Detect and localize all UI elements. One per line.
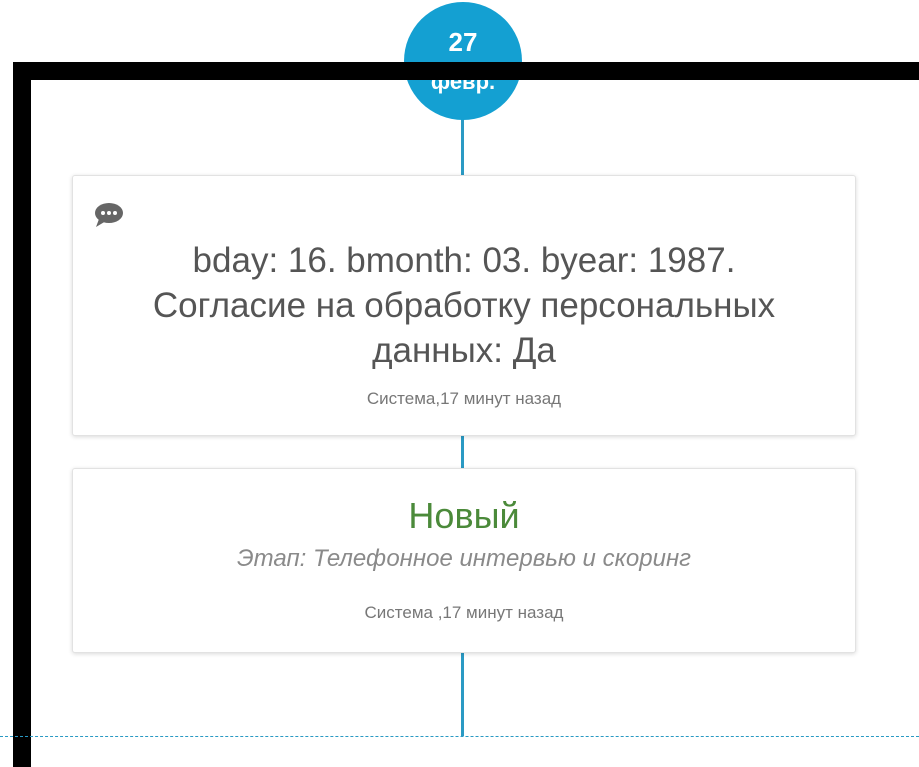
timeline-connector — [461, 651, 464, 736]
status-label: Новый — [408, 495, 520, 536]
timeline-entry-status: Новый Этап: Телефонное интервью и скорин… — [72, 468, 856, 653]
timeline-connector — [461, 434, 464, 469]
stage-label: Этап: Телефонное интервью и скоринг — [236, 545, 691, 572]
timeline-connector — [461, 118, 464, 176]
date-day: 27 — [448, 27, 478, 57]
entry-meta: Система ,17 минут назад — [364, 603, 564, 622]
comment-icon — [95, 203, 123, 227]
timeline-entry-comment: bday: 16. bmonth: 03. byear: 1987. Согла… — [72, 175, 856, 436]
entry-meta: Система,17 минут назад — [366, 389, 562, 408]
dashed-divider — [0, 736, 919, 737]
timeline-screen: 27 февр. bday: 16. bmonth: 03. byear: 19… — [0, 0, 919, 767]
entry-message: bday: 16. bmonth: 03. byear: 1987. Согла… — [152, 241, 776, 370]
